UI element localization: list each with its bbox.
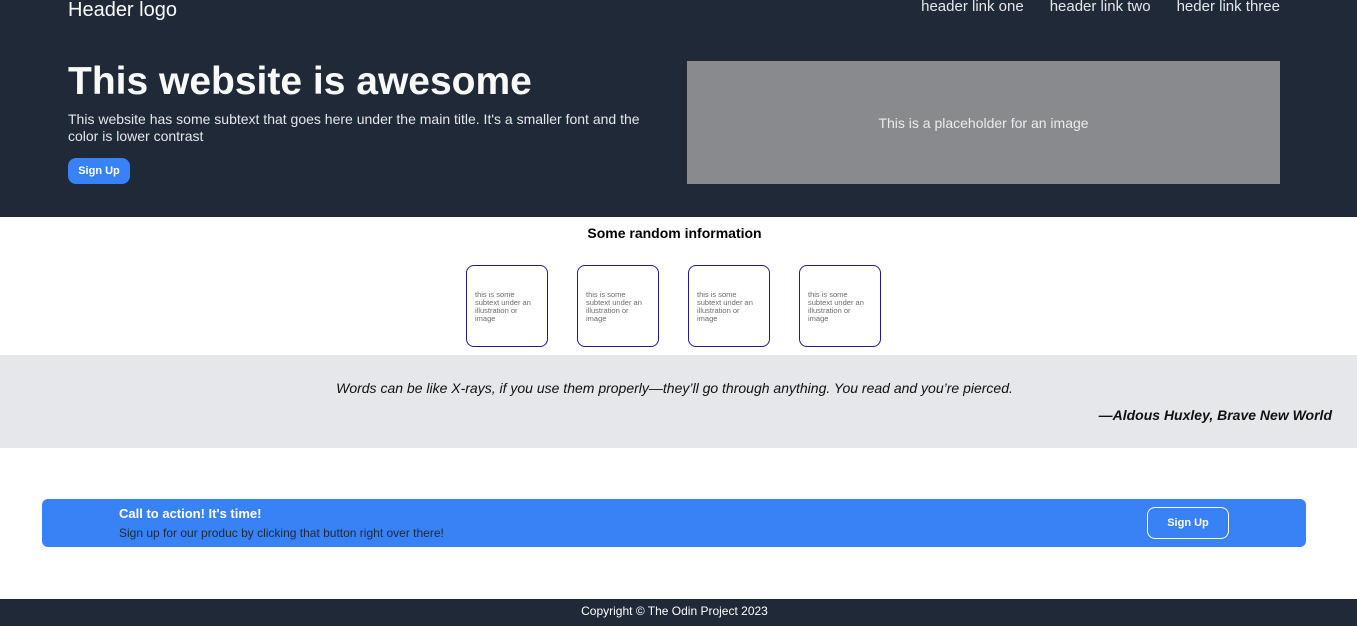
hero-title: This website is awesome: [68, 60, 532, 103]
info-card-text: this is some subtext under an illustrati…: [586, 290, 642, 323]
info-card: this is some subtext under an illustrati…: [466, 265, 548, 347]
info-card-text: this is some subtext under an illustrati…: [808, 290, 864, 323]
cta-subtitle: Sign up for our produc by clicking that …: [119, 526, 444, 540]
info-card: this is some subtext under an illustrati…: [688, 265, 770, 347]
header-nav: header link one header link two heder li…: [921, 0, 1280, 16]
info-cards: this is some subtext under an illustrati…: [466, 265, 881, 347]
info-card-text: this is some subtext under an illustrati…: [697, 290, 753, 323]
quote-section: Words can be like X-rays, if you use the…: [0, 355, 1357, 448]
hero-signup-button[interactable]: Sign Up: [68, 158, 130, 184]
cta-signup-button[interactable]: Sign Up: [1147, 507, 1229, 539]
nav-link-one[interactable]: header link one: [921, 0, 1024, 16]
info-card: this is some subtext under an illustrati…: [799, 265, 881, 347]
quote-author: —Aldous Huxley, Brave New World: [1098, 407, 1332, 423]
info-card-text: this is some subtext under an illustrati…: [475, 290, 531, 323]
footer-copyright: Copyright © The Odin Project 2023: [581, 604, 768, 618]
hero-subtitle: This website has some subtext that goes …: [68, 111, 640, 144]
call-to-action-banner: Call to action! It's time! Sign up for o…: [42, 499, 1306, 547]
hero-section: Header logo header link one header link …: [0, 0, 1357, 217]
footer: Copyright © The Odin Project 2023: [0, 599, 1357, 626]
info-title: Some random information: [587, 225, 762, 241]
nav-link-two[interactable]: header link two: [1050, 0, 1151, 16]
nav-link-three[interactable]: heder link three: [1177, 0, 1280, 16]
info-card: this is some subtext under an illustrati…: [577, 265, 659, 347]
hero-image-placeholder: This is a placeholder for an image: [687, 61, 1280, 184]
cta-title: Call to action! It's time!: [119, 506, 262, 521]
hero-image-placeholder-text: This is a placeholder for an image: [878, 114, 1089, 131]
header-logo[interactable]: Header logo: [68, 0, 177, 22]
quote-text: Words can be like X-rays, if you use the…: [336, 380, 1013, 396]
